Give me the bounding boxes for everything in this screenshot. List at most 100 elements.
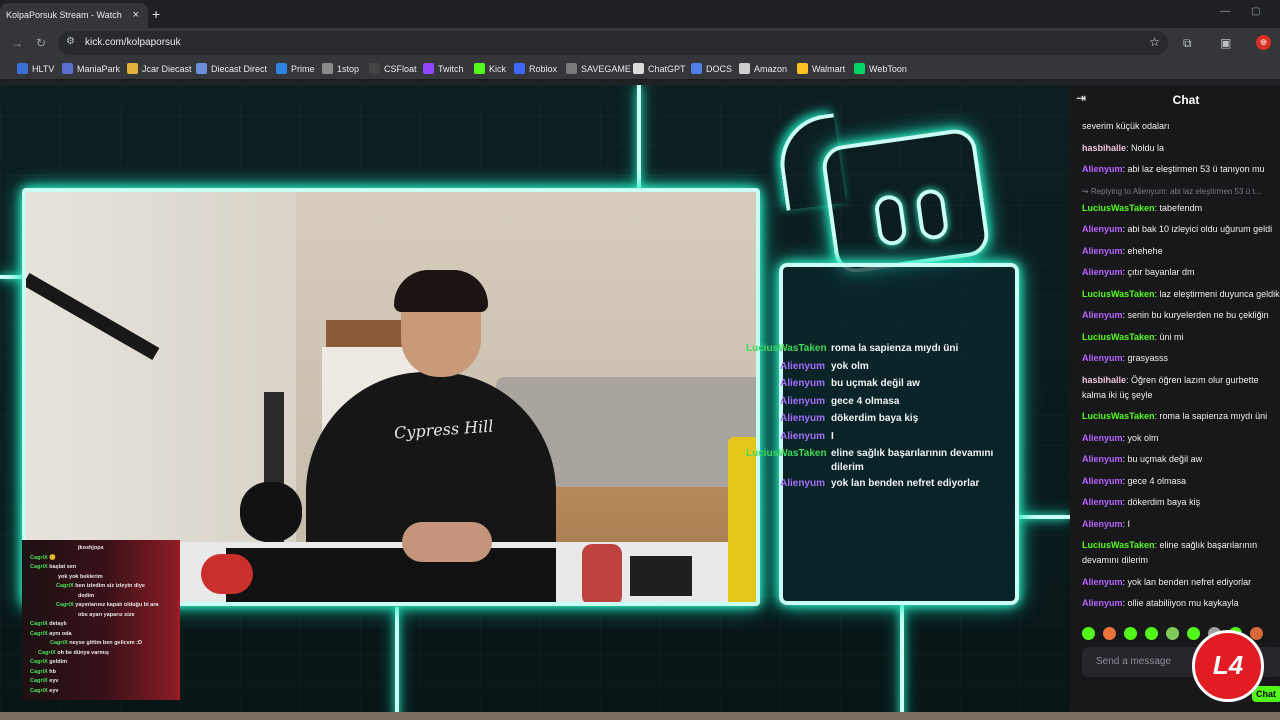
bookmark-item[interactable]: Amazon bbox=[739, 63, 787, 74]
chat-username[interactable]: Alienyum bbox=[1082, 224, 1123, 234]
streamer-hands bbox=[402, 522, 492, 562]
emote-icon[interactable] bbox=[1103, 627, 1116, 640]
emote-icon[interactable] bbox=[1145, 627, 1158, 640]
mini-chat-message: CagriX detaylı bbox=[22, 620, 177, 630]
chat-username[interactable]: Alienyum bbox=[1082, 433, 1123, 443]
bookmark-item[interactable]: CSFloat bbox=[369, 63, 417, 74]
mini-chat-message: CagriX başlat sen bbox=[22, 563, 177, 573]
chat-message[interactable]: LuciusWasTaken: tabefendm bbox=[1082, 201, 1280, 216]
bookmark-item[interactable]: Walmart bbox=[797, 63, 845, 74]
chat-message[interactable]: LuciusWasTaken: üni mi bbox=[1082, 330, 1280, 345]
stream-player[interactable]: Cypress Hill LuciusWasTaken roma la sapie… bbox=[0, 85, 1070, 720]
bookmark-item[interactable]: HLTV bbox=[17, 63, 54, 74]
emote-icon[interactable] bbox=[1250, 627, 1263, 640]
emote-icon[interactable] bbox=[1124, 627, 1137, 640]
extensions-icon[interactable]: ⧉ bbox=[1183, 36, 1192, 51]
bookmark-item[interactable]: Prime bbox=[276, 63, 315, 74]
chat-username[interactable]: Alienyum bbox=[1082, 310, 1123, 320]
bookmark-item[interactable]: Diecast Direct bbox=[196, 63, 267, 74]
maximize-icon[interactable]: ▢ bbox=[1251, 6, 1260, 17]
chat-username[interactable]: Alienyum bbox=[1082, 497, 1123, 507]
site-info-icon[interactable]: ⚙ bbox=[66, 36, 75, 47]
chat-username[interactable]: Alienyum bbox=[1082, 353, 1123, 363]
chat-username[interactable]: LuciusWasTaken bbox=[1082, 203, 1155, 213]
chat-username[interactable]: LuciusWasTaken bbox=[1082, 411, 1155, 421]
new-tab-icon[interactable]: + bbox=[152, 6, 160, 22]
overlay-chat-messages: LuciusWasTaken roma la sapienza mıydı üni… bbox=[746, 340, 1016, 493]
chat-message[interactable]: hasbihalle: Noldu la bbox=[1082, 141, 1280, 156]
bookmark-favicon-icon bbox=[691, 63, 702, 74]
chat-message-text: çıtır bayanlar dm bbox=[1127, 267, 1195, 277]
chat-username[interactable]: Alienyum bbox=[1082, 598, 1123, 608]
sidepanel-icon[interactable]: ▣ bbox=[1220, 36, 1231, 50]
chat-username[interactable]: Alienyum bbox=[1082, 267, 1123, 277]
red-case bbox=[582, 544, 622, 602]
chat-username[interactable]: LuciusWasTaken bbox=[1082, 289, 1155, 299]
chat-username[interactable]: Alienyum bbox=[1082, 577, 1123, 587]
emote-icon[interactable] bbox=[1166, 627, 1179, 640]
chat-message[interactable]: Alienyum: ehehehe bbox=[1082, 244, 1280, 259]
bookmark-label: Amazon bbox=[754, 64, 788, 74]
chat-message[interactable]: Alienyum: senin bu kuryelerden ne bu çek… bbox=[1082, 308, 1280, 323]
tab-active[interactable]: KolpaPorsuk Stream - Watch Li × bbox=[0, 3, 148, 28]
chat-username[interactable]: Alienyum bbox=[1082, 519, 1123, 529]
chat-username[interactable]: Alienyum bbox=[1082, 476, 1123, 486]
bookmark-item[interactable]: Twitch bbox=[423, 63, 464, 74]
bookmark-item[interactable]: WebToon bbox=[854, 63, 907, 74]
address-bar[interactable]: ⚙ kick.com/kolpaporsuk ☆ bbox=[58, 31, 1168, 55]
chat-username[interactable]: Alienyum bbox=[1082, 246, 1123, 256]
chat-message[interactable]: Alienyum: çıtır bayanlar dm bbox=[1082, 265, 1280, 280]
desk-mat bbox=[226, 548, 556, 602]
emote-icon[interactable] bbox=[1187, 627, 1200, 640]
overlay-message-text: I bbox=[831, 430, 834, 442]
chat-message-text: abi laz eleştirmen 53 ü tanıyon mu bbox=[1127, 164, 1265, 174]
mini-chat-text: ben izledim siz izleyin diye bbox=[75, 583, 145, 589]
chat-message[interactable]: Alienyum: gece 4 olmasa bbox=[1082, 474, 1280, 489]
overlay-message-text: bu uçmak değil aw bbox=[831, 378, 920, 389]
chat-message[interactable]: severim küçük odaları bbox=[1082, 119, 1280, 134]
mini-chat-message: obs ayarı yaparız size bbox=[22, 611, 177, 621]
bookmark-item[interactable]: ManiaPark bbox=[62, 63, 120, 74]
profile-avatar[interactable]: ◎ bbox=[1256, 35, 1271, 50]
chat-message[interactable]: Alienyum: yok olm bbox=[1082, 431, 1280, 446]
chat-message[interactable]: LuciusWasTaken: roma la sapienza mıydı ü… bbox=[1082, 409, 1280, 424]
bookmark-item[interactable]: SAVEGAME bbox=[566, 63, 631, 74]
tab-bar: KolpaPorsuk Stream - Watch Li × + — ▢ bbox=[0, 0, 1280, 28]
minimize-icon[interactable]: — bbox=[1220, 6, 1230, 17]
bookmark-label: Kick bbox=[489, 64, 507, 74]
chat-username[interactable]: LuciusWasTaken bbox=[1082, 540, 1155, 550]
bookmark-item[interactable]: 1stop bbox=[322, 63, 359, 74]
chat-message-text: senin bu kuryelerden ne bu çekliğin bbox=[1127, 310, 1269, 320]
chat-message[interactable]: Alienyum: bu uçmak değil aw bbox=[1082, 452, 1280, 467]
chat-message[interactable]: Alienyum: grasyasss bbox=[1082, 351, 1280, 366]
bookmark-item[interactable]: ChatGPT bbox=[633, 63, 686, 74]
mini-chat-message: CagriX yayınlarınız kapalı olduğu bi ara bbox=[22, 601, 177, 611]
chat-username[interactable]: LuciusWasTaken bbox=[1082, 332, 1155, 342]
bookmark-item[interactable]: Roblox bbox=[514, 63, 557, 74]
chat-message[interactable]: Alienyum: ollie atabiliiyon mu kaykayla bbox=[1082, 596, 1280, 611]
reload-icon[interactable]: ↻ bbox=[36, 36, 46, 50]
chat-message[interactable]: Alienyum: dökerdim baya kiş bbox=[1082, 495, 1280, 510]
mini-chat-text: dedim bbox=[78, 592, 95, 599]
chat-message[interactable]: Alienyum: yok lan benden nefret ediyorla… bbox=[1082, 575, 1280, 590]
forward-icon[interactable]: → bbox=[11, 36, 23, 50]
tab-close-icon[interactable]: × bbox=[133, 9, 139, 21]
chat-message[interactable]: Alienyum: abi bak 10 izleyici oldu uğuru… bbox=[1082, 222, 1280, 237]
chat-message[interactable]: LuciusWasTaken: laz eleştirmeni duyunca … bbox=[1082, 287, 1280, 302]
chat-username[interactable]: Alienyum bbox=[1082, 164, 1123, 174]
bookmark-item[interactable]: Kick bbox=[474, 63, 506, 74]
chat-header: ⇥ Chat bbox=[1070, 85, 1280, 113]
chat-message[interactable]: Alienyum: abi laz eleştirmen 53 ü tanıyo… bbox=[1082, 162, 1280, 177]
emote-icon[interactable] bbox=[1082, 627, 1095, 640]
chat-message[interactable]: Alienyum: I bbox=[1082, 517, 1280, 532]
bookmark-item[interactable]: Jcar Diecast bbox=[127, 63, 192, 74]
chat-username[interactable]: Alienyum bbox=[1082, 454, 1123, 464]
chat-message-list[interactable]: severim küçük odaları hasbihalle: Noldu l… bbox=[1082, 119, 1280, 618]
chat-message-text: roma la sapienza mıydı üni bbox=[1159, 411, 1268, 421]
chat-message[interactable]: hasbihalle: Öğren öğren lazım olur gurbe… bbox=[1082, 373, 1280, 403]
chat-username[interactable]: hasbihalle bbox=[1082, 375, 1126, 385]
bookmark-item[interactable]: DOCS bbox=[691, 63, 732, 74]
chat-message[interactable]: LuciusWasTaken: eline sağlık başarıların… bbox=[1082, 538, 1280, 568]
chat-username[interactable]: hasbihalle bbox=[1082, 143, 1126, 153]
bookmark-star-icon[interactable]: ☆ bbox=[1149, 35, 1160, 49]
